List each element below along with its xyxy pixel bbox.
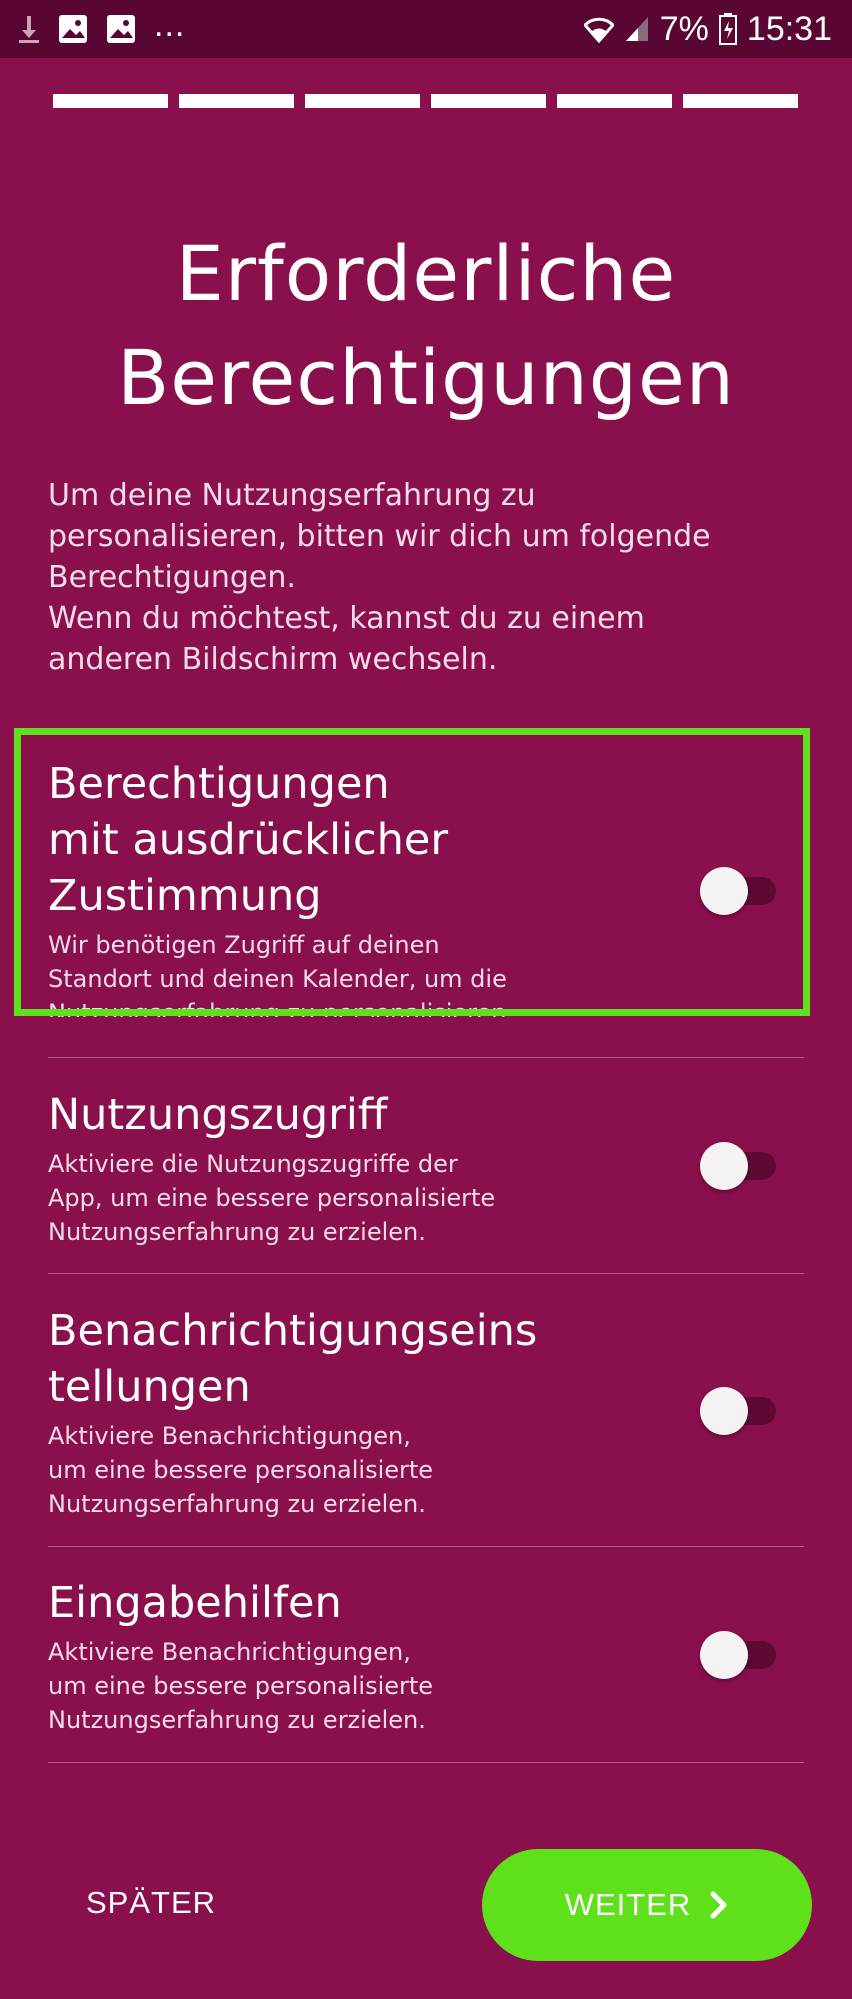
next-button-label: WEITER — [564, 1887, 692, 1922]
progress-indicator — [53, 94, 798, 108]
progress-segment — [557, 94, 672, 108]
progress-segment — [431, 94, 546, 108]
consent-toggle[interactable] — [700, 867, 780, 915]
image-icon — [107, 15, 135, 43]
permission-notification-settings: Benachrichtigungseins tellungen Aktivier… — [48, 1303, 804, 1521]
permission-description: Aktiviere Benachrichtigungen, um eine be… — [48, 1638, 434, 1734]
permission-title: Nutzungszugriff — [48, 1090, 388, 1140]
toggle-thumb — [700, 1387, 748, 1435]
status-bar-left: ... — [18, 6, 185, 48]
toggle-thumb — [700, 1631, 748, 1679]
accessibility-toggle[interactable] — [700, 1631, 780, 1679]
progress-segment — [53, 94, 168, 108]
page-title: Erforderliche Berechtigungen — [0, 222, 852, 430]
permission-usage-access: Nutzungszugriff Aktiviere die Nutzungszu… — [48, 1087, 804, 1249]
download-icon — [19, 16, 39, 43]
divider — [48, 1057, 804, 1058]
permission-title: Eingabehilfen — [48, 1578, 342, 1628]
battery-percent: 7% — [659, 9, 709, 48]
signal-icon — [625, 17, 648, 41]
permission-description: Wir benötigen Zugriff auf deinen Standor… — [48, 931, 515, 1027]
permission-description: Aktiviere die Nutzungszugriffe der App, … — [48, 1150, 496, 1246]
battery-icon — [718, 13, 737, 45]
next-button[interactable]: WEITER — [482, 1849, 812, 1961]
status-bar-right: 7% 15:31 — [583, 6, 832, 52]
progress-segment — [683, 94, 798, 108]
permission-title: Berechtigungen mit ausdrücklicher Zustim… — [48, 759, 449, 921]
wifi-icon — [583, 17, 614, 43]
notification-settings-toggle[interactable] — [700, 1387, 780, 1435]
usage-access-toggle[interactable] — [700, 1142, 780, 1190]
intro-text: Um deine Nutzungserfahrung zu personalis… — [48, 478, 711, 677]
toggle-thumb — [700, 1142, 748, 1190]
toggle-thumb — [700, 867, 748, 915]
progress-segment — [305, 94, 420, 108]
permission-description: Aktiviere Benachrichtigungen, um eine be… — [48, 1422, 434, 1518]
chevron-right-icon — [710, 1891, 727, 1919]
page-title-text: Erforderliche Berechtigungen — [117, 229, 735, 422]
divider — [48, 1762, 804, 1763]
permission-consent: Berechtigungen mit ausdrücklicher Zustim… — [48, 756, 804, 1030]
clock: 15:31 — [746, 9, 832, 48]
divider — [48, 1546, 804, 1547]
progress-segment — [179, 94, 294, 108]
permission-accessibility: Eingabehilfen Aktiviere Benachrichtigung… — [48, 1575, 804, 1737]
later-button[interactable]: SPÄTER — [86, 1885, 216, 1921]
status-overflow: ... — [154, 5, 186, 44]
image-icon — [59, 15, 87, 43]
permission-title: Benachrichtigungseins tellungen — [48, 1306, 538, 1412]
status-bar: ... 7% 15:31 — [0, 0, 852, 58]
divider — [48, 1273, 804, 1274]
